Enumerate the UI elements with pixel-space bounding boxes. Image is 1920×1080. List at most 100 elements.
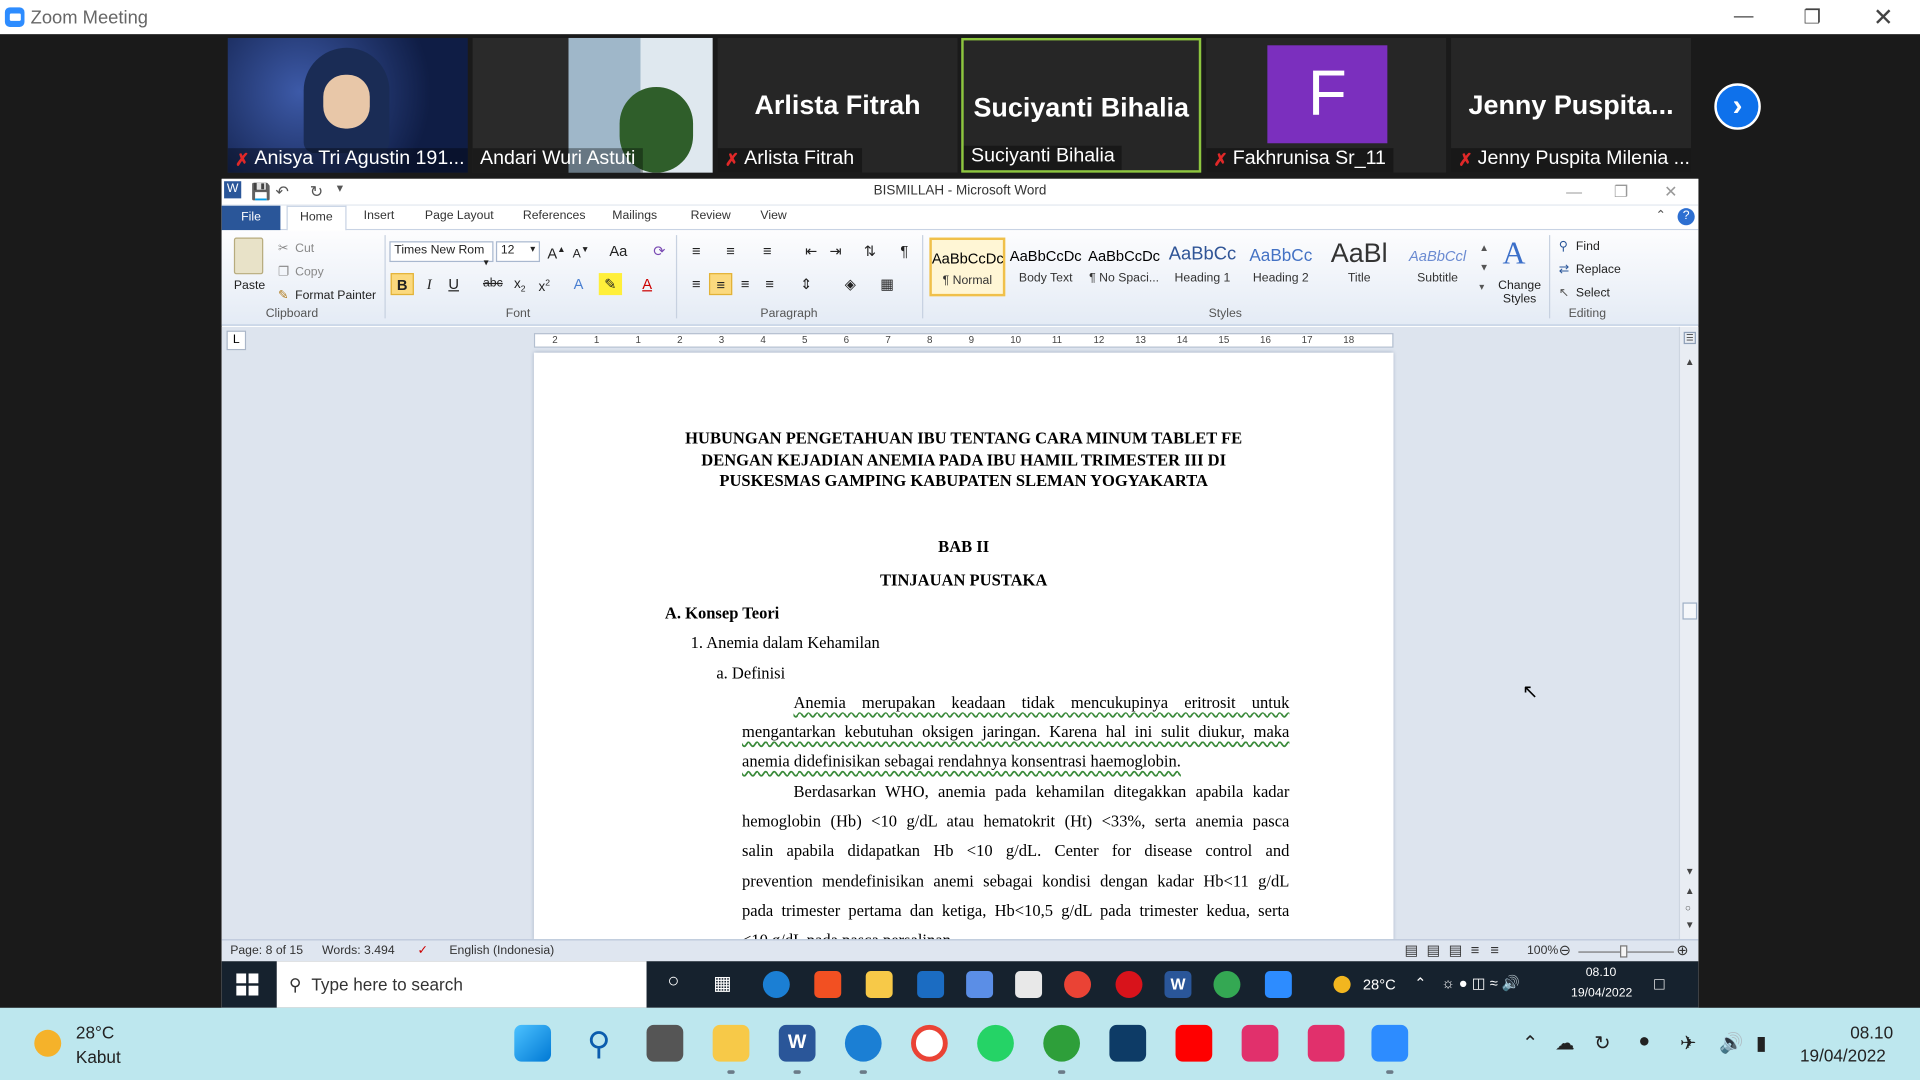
remote-search-box[interactable]: ⚲ Type here to search: [276, 961, 647, 1008]
app-icon[interactable]: [1043, 1024, 1081, 1062]
network-icon[interactable]: ✈: [1680, 1031, 1696, 1055]
task-view-icon[interactable]: [646, 1024, 684, 1062]
zoom-taskbar-icon[interactable]: [1371, 1024, 1409, 1062]
restore-button[interactable]: ❐: [1778, 0, 1847, 34]
vertical-scrollbar[interactable]: ☰ ▲ ▼ ▲ ○ ▼: [1678, 326, 1699, 940]
search-icon[interactable]: ⚲: [580, 1025, 617, 1062]
view-print-layout-icon[interactable]: ▤: [1405, 942, 1419, 959]
borders-button[interactable]: ▦: [876, 273, 899, 295]
font-color-button[interactable]: A: [636, 273, 659, 295]
weather-temp[interactable]: 28°C: [76, 1022, 114, 1042]
view-web-icon[interactable]: ▤: [1449, 942, 1463, 959]
view-ruler-button[interactable]: ☰: [1683, 331, 1696, 345]
word-taskbar-icon[interactable]: W: [1164, 971, 1192, 998]
sort-button[interactable]: ⇅: [858, 240, 881, 262]
style-heading-1[interactable]: AaBbCc Heading 1: [1164, 238, 1240, 297]
superscript-button[interactable]: x2: [533, 273, 556, 295]
tab-review[interactable]: Review: [691, 209, 731, 222]
chrome-icon[interactable]: [911, 1024, 948, 1062]
tab-mailings[interactable]: Mailings: [612, 209, 657, 222]
help-icon[interactable]: ?: [1677, 208, 1695, 226]
styles-scroll-down-icon[interactable]: ▼: [1479, 262, 1489, 273]
subscript-button[interactable]: x2: [508, 273, 531, 295]
app-icon[interactable]: [1109, 1024, 1147, 1062]
video-player-icon[interactable]: [1241, 1024, 1279, 1062]
scroll-down-arrow[interactable]: ▼: [1685, 866, 1695, 877]
tab-page-layout[interactable]: Page Layout: [425, 209, 494, 222]
replace-button[interactable]: Replace: [1576, 263, 1621, 276]
decrease-indent-button[interactable]: ⇤: [800, 240, 823, 262]
shading-button[interactable]: ◈: [839, 273, 862, 295]
volume-icon[interactable]: 🔊: [1719, 1031, 1743, 1055]
edge-icon[interactable]: [762, 971, 790, 998]
tab-view[interactable]: View: [760, 209, 786, 222]
onedrive-icon[interactable]: ☁: [1555, 1031, 1575, 1055]
word-taskbar-icon[interactable]: W: [778, 1024, 816, 1062]
chrome-icon[interactable]: [1213, 971, 1241, 998]
video-player-icon[interactable]: [1307, 1024, 1345, 1062]
participant-tile[interactable]: Arlista Fitrah ✗ Arlista Fitrah: [717, 37, 958, 173]
tray-chevron-icon[interactable]: ⌃: [1414, 975, 1426, 992]
microphone-icon[interactable]: ●: [1638, 1031, 1650, 1053]
previous-page-icon[interactable]: ▲: [1685, 885, 1695, 896]
minimize-ribbon-icon[interactable]: ⌃: [1656, 209, 1666, 222]
participant-tile-active-speaker[interactable]: Suciyanti Bihalia Suciyanti Bihalia: [961, 37, 1202, 173]
scroll-thumb[interactable]: [1682, 602, 1698, 620]
find-button[interactable]: Find: [1576, 240, 1600, 253]
style-normal[interactable]: AaBbCcDc ¶ Normal: [929, 237, 1006, 297]
zoom-slider-thumb[interactable]: [1620, 945, 1628, 958]
font-size-combo[interactable]: 12 ▾: [495, 241, 541, 263]
show-formatting-button[interactable]: ¶: [893, 240, 916, 262]
bold-button[interactable]: B: [390, 273, 414, 296]
sync-icon[interactable]: ↻: [1594, 1031, 1610, 1055]
mail-icon[interactable]: [917, 971, 945, 998]
notification-icon[interactable]: □: [1654, 973, 1664, 993]
word-restore-button[interactable]: ❐: [1614, 182, 1628, 202]
align-right-button[interactable]: ≡: [733, 273, 756, 295]
style-heading-2[interactable]: AaBbCc Heading 2: [1243, 238, 1319, 297]
justify-button[interactable]: ≡: [758, 273, 781, 295]
view-draft-icon[interactable]: ≡: [1490, 942, 1499, 959]
zoom-level[interactable]: 100%: [1527, 944, 1558, 957]
start-button[interactable]: [236, 973, 259, 996]
file-explorer-icon[interactable]: [712, 1024, 750, 1062]
horizontal-ruler[interactable]: 2 1 1 2 3 4 5 6 7 8 9 10 11 12 13 14 15 16 17 18: [533, 333, 1394, 348]
participant-tile[interactable]: ✗ Anisya Tri Agustin 191...: [227, 37, 468, 173]
task-view-icon[interactable]: ▦: [709, 971, 736, 998]
participant-tile[interactable]: Jenny Puspita... ✗ Jenny Puspita Milenia …: [1451, 37, 1692, 173]
participant-tile[interactable]: F ✗ Fakhrunisa Sr_11: [1206, 37, 1447, 173]
opera-icon[interactable]: [1115, 971, 1143, 998]
next-page-icon[interactable]: ▼: [1685, 920, 1695, 931]
select-button[interactable]: Select: [1576, 287, 1610, 300]
tab-references[interactable]: References: [523, 209, 586, 222]
clock-time[interactable]: 08.10: [1850, 1022, 1893, 1042]
style-title[interactable]: AaBl Title: [1321, 238, 1397, 297]
bullets-button[interactable]: ≡: [684, 240, 707, 262]
document-page[interactable]: HUBUNGAN PENGETAHUAN IBU TENTANG CARA MI…: [533, 352, 1394, 949]
clear-formatting-icon[interactable]: ⟳: [648, 240, 671, 262]
tab-insert[interactable]: Insert: [364, 209, 395, 222]
pdf-reader-icon[interactable]: [1015, 971, 1043, 998]
line-spacing-button[interactable]: ⇕: [795, 273, 818, 295]
participant-tile[interactable]: Andari Wuri Astuti: [472, 37, 713, 173]
minimize-button[interactable]: —: [1709, 0, 1778, 34]
browse-object-icon[interactable]: ○: [1685, 902, 1691, 913]
copy-button[interactable]: Copy: [295, 266, 324, 279]
increase-indent-button[interactable]: ⇥: [824, 240, 847, 262]
italic-button[interactable]: I: [418, 273, 441, 295]
file-explorer-icon[interactable]: [865, 971, 893, 998]
shrink-font-button[interactable]: A▼: [569, 240, 592, 262]
scroll-up-arrow[interactable]: ▲: [1685, 356, 1695, 367]
store-icon[interactable]: [814, 971, 842, 998]
tab-file[interactable]: File: [221, 205, 281, 231]
youtube-icon[interactable]: [1175, 1024, 1213, 1062]
windows-start-icon[interactable]: [514, 1024, 552, 1062]
font-name-combo[interactable]: Times New Rom ▾: [389, 241, 494, 268]
zoom-in-icon[interactable]: ⊕: [1676, 942, 1688, 959]
style-no-spacing[interactable]: AaBbCcDc ¶ No Spaci...: [1086, 238, 1162, 297]
tray-chevron-icon[interactable]: ⌃: [1522, 1031, 1538, 1055]
style-body-text[interactable]: AaBbCcDc Body Text: [1008, 238, 1084, 297]
page-count[interactable]: Page: 8 of 15: [230, 944, 303, 957]
paste-button[interactable]: Paste: [234, 279, 265, 292]
align-left-button[interactable]: ≡: [684, 273, 707, 295]
